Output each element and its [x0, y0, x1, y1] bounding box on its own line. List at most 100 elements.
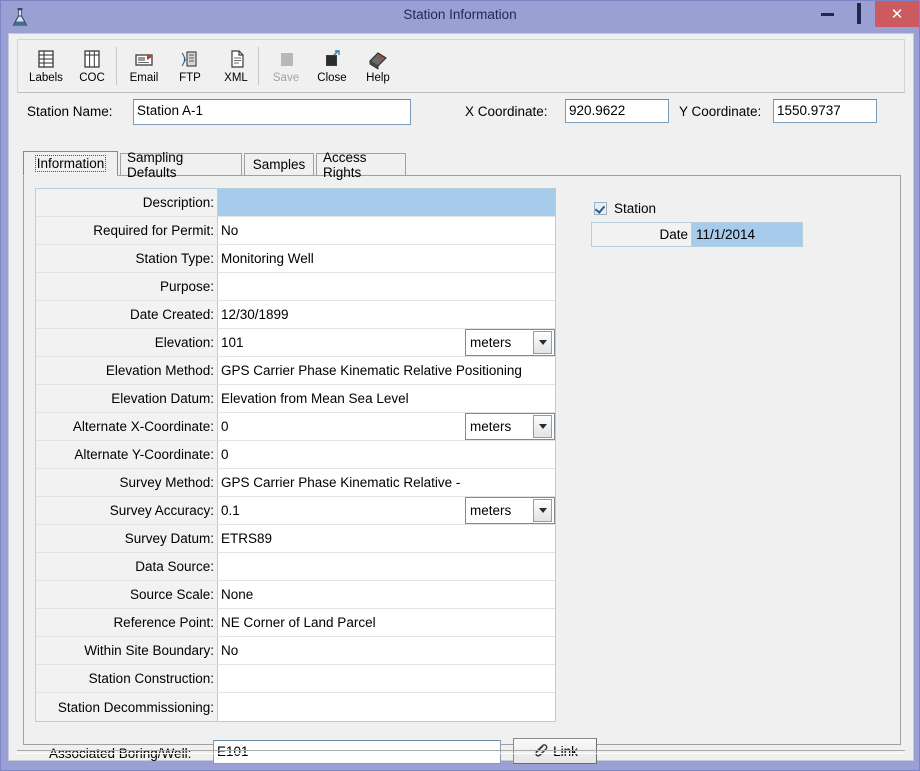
- help-book-icon: [367, 47, 389, 70]
- toolbar-label: Help: [366, 72, 390, 84]
- toolbar-button-help[interactable]: Help: [354, 43, 402, 91]
- grid-row-key: Date Created:: [36, 301, 218, 328]
- grid-row-key: Source Scale:: [36, 581, 218, 608]
- date-label: Date: [592, 223, 692, 246]
- grid-row-key: Alternate Y-Coordinate:: [36, 441, 218, 468]
- coc-table-icon: [82, 47, 102, 70]
- grid-row[interactable]: Within Site Boundary: No: [36, 637, 555, 665]
- grid-row[interactable]: Required for Permit: No: [36, 217, 555, 245]
- grid-row[interactable]: Source Scale: None: [36, 581, 555, 609]
- grid-row[interactable]: Station Construction:: [36, 665, 555, 693]
- date-value[interactable]: 11/1/2014: [692, 223, 802, 246]
- grid-row-value[interactable]: GPS Carrier Phase Kinematic Relative -: [218, 469, 555, 496]
- grid-row-key: Alternate X-Coordinate:: [36, 413, 218, 440]
- grid-row[interactable]: Elevation: 101 meters: [36, 329, 555, 357]
- grid-row-value[interactable]: [218, 553, 555, 580]
- grid-row-value[interactable]: [218, 273, 555, 300]
- station-checkbox[interactable]: Station: [594, 201, 656, 216]
- grid-row-key: Elevation:: [36, 329, 218, 356]
- station-name-input[interactable]: Station A-1: [133, 99, 411, 125]
- unit-dropdown[interactable]: meters: [465, 497, 555, 524]
- y-coordinate-input[interactable]: 1550.9737: [773, 99, 877, 123]
- tab-sampling-defaults[interactable]: Sampling Defaults: [120, 150, 242, 180]
- toolbar-button-email[interactable]: Email: [120, 43, 168, 91]
- toolbar-label: Save: [272, 72, 300, 84]
- titlebar[interactable]: Station Information ✕: [1, 1, 919, 33]
- chevron-down-icon[interactable]: [533, 499, 552, 522]
- maximize-button[interactable]: [843, 1, 875, 27]
- tab-label: Information: [34, 155, 107, 172]
- x-coordinate-label: X Coordinate:: [465, 104, 548, 119]
- grid-row-value[interactable]: No: [218, 217, 555, 244]
- toolbar-button-labels[interactable]: Labels: [22, 43, 70, 91]
- grid-row[interactable]: Survey Method: GPS Carrier Phase Kinemati…: [36, 469, 555, 497]
- grid-row[interactable]: Survey Accuracy: 0.1 meters: [36, 497, 555, 525]
- toolbar-label: FTP: [179, 72, 201, 84]
- grid-row-key: Description:: [36, 189, 218, 216]
- tab-access-rights[interactable]: Access Rights: [316, 150, 406, 180]
- grid-row-value[interactable]: NE Corner of Land Parcel: [218, 609, 555, 636]
- grid-row-value[interactable]: No: [218, 637, 555, 664]
- grid-row-key: Survey Method:: [36, 469, 218, 496]
- grid-row[interactable]: Alternate X-Coordinate: 0 meters: [36, 413, 555, 441]
- grid-row-value[interactable]: [218, 693, 555, 721]
- toolbar-label: COC: [79, 72, 105, 84]
- save-icon: [276, 47, 296, 70]
- grid-row-key: Station Decommissioning:: [36, 693, 218, 721]
- checkbox-icon: [594, 202, 607, 215]
- toolbar-button-close[interactable]: Close: [308, 43, 356, 91]
- footer-divider: [17, 750, 905, 754]
- chevron-down-icon[interactable]: [533, 331, 552, 354]
- grid-row[interactable]: Elevation Datum: Elevation from Mean Sea …: [36, 385, 555, 413]
- unit-dropdown-value: meters: [470, 419, 512, 434]
- grid-row-value[interactable]: ETRS89: [218, 525, 555, 552]
- grid-row[interactable]: Description:: [36, 189, 555, 217]
- grid-row[interactable]: Elevation Method: GPS Carrier Phase Kinem…: [36, 357, 555, 385]
- tab-label: Sampling Defaults: [127, 149, 184, 180]
- toolbar-button-coc[interactable]: COC: [68, 43, 116, 91]
- grid-row-key: Required for Permit:: [36, 217, 218, 244]
- grid-row-value[interactable]: GPS Carrier Phase Kinematic Relative Pos…: [218, 357, 555, 384]
- minimize-button[interactable]: [811, 1, 843, 27]
- toolbar-button-ftp[interactable]: FTP: [166, 43, 214, 91]
- close-folder-icon: [322, 47, 342, 70]
- grid-row[interactable]: Station Decommissioning:: [36, 693, 555, 721]
- grid-row[interactable]: Alternate Y-Coordinate: 0: [36, 441, 555, 469]
- email-icon: [133, 47, 155, 70]
- property-grid: Description: Required for Permit: No Statio…: [35, 188, 556, 722]
- grid-row-value[interactable]: [218, 189, 555, 216]
- grid-row[interactable]: Date Created: 12/30/1899: [36, 301, 555, 329]
- header-fields: Station Name: Station A-1 X Coordinate: …: [9, 96, 915, 128]
- toolbar-separator: [116, 47, 117, 85]
- toolbar-label: XML: [224, 72, 248, 84]
- x-coordinate-input[interactable]: 920.9622: [565, 99, 669, 123]
- close-button[interactable]: ✕: [875, 1, 919, 27]
- grid-row-value[interactable]: Monitoring Well: [218, 245, 555, 272]
- date-row: Date 11/1/2014: [591, 222, 803, 247]
- tab-strip: Information Sampling Defaults Samples Acces…: [23, 150, 901, 180]
- unit-dropdown[interactable]: meters: [465, 329, 555, 356]
- chevron-down-icon[interactable]: [533, 415, 552, 438]
- grid-row[interactable]: Station Type: Monitoring Well: [36, 245, 555, 273]
- grid-row[interactable]: Survey Datum: ETRS89: [36, 525, 555, 553]
- grid-row-key: Elevation Datum:: [36, 385, 218, 412]
- toolbar-label: Labels: [29, 72, 63, 84]
- maximize-icon: [857, 3, 861, 24]
- unit-dropdown[interactable]: meters: [465, 413, 555, 440]
- grid-row[interactable]: Reference Point: NE Corner of Land Parcel: [36, 609, 555, 637]
- tab-information[interactable]: Information: [23, 151, 118, 176]
- toolbar-button-xml[interactable]: XML: [212, 43, 260, 91]
- grid-row-value[interactable]: 12/30/1899: [218, 301, 555, 328]
- grid-row-key: Reference Point:: [36, 609, 218, 636]
- grid-row-value[interactable]: [218, 665, 555, 692]
- grid-row-value[interactable]: None: [218, 581, 555, 608]
- toolbar-separator: [258, 47, 259, 85]
- toolbar: Labels COC Email FTP XML Save Close Help: [17, 39, 905, 93]
- grid-row-value[interactable]: 0: [218, 441, 555, 468]
- tab-samples[interactable]: Samples: [244, 153, 314, 175]
- grid-row-value[interactable]: Elevation from Mean Sea Level: [218, 385, 555, 412]
- toolbar-button-save[interactable]: Save: [262, 43, 310, 91]
- grid-row-key: Station Type:: [36, 245, 218, 272]
- grid-row[interactable]: Purpose:: [36, 273, 555, 301]
- grid-row[interactable]: Data Source:: [36, 553, 555, 581]
